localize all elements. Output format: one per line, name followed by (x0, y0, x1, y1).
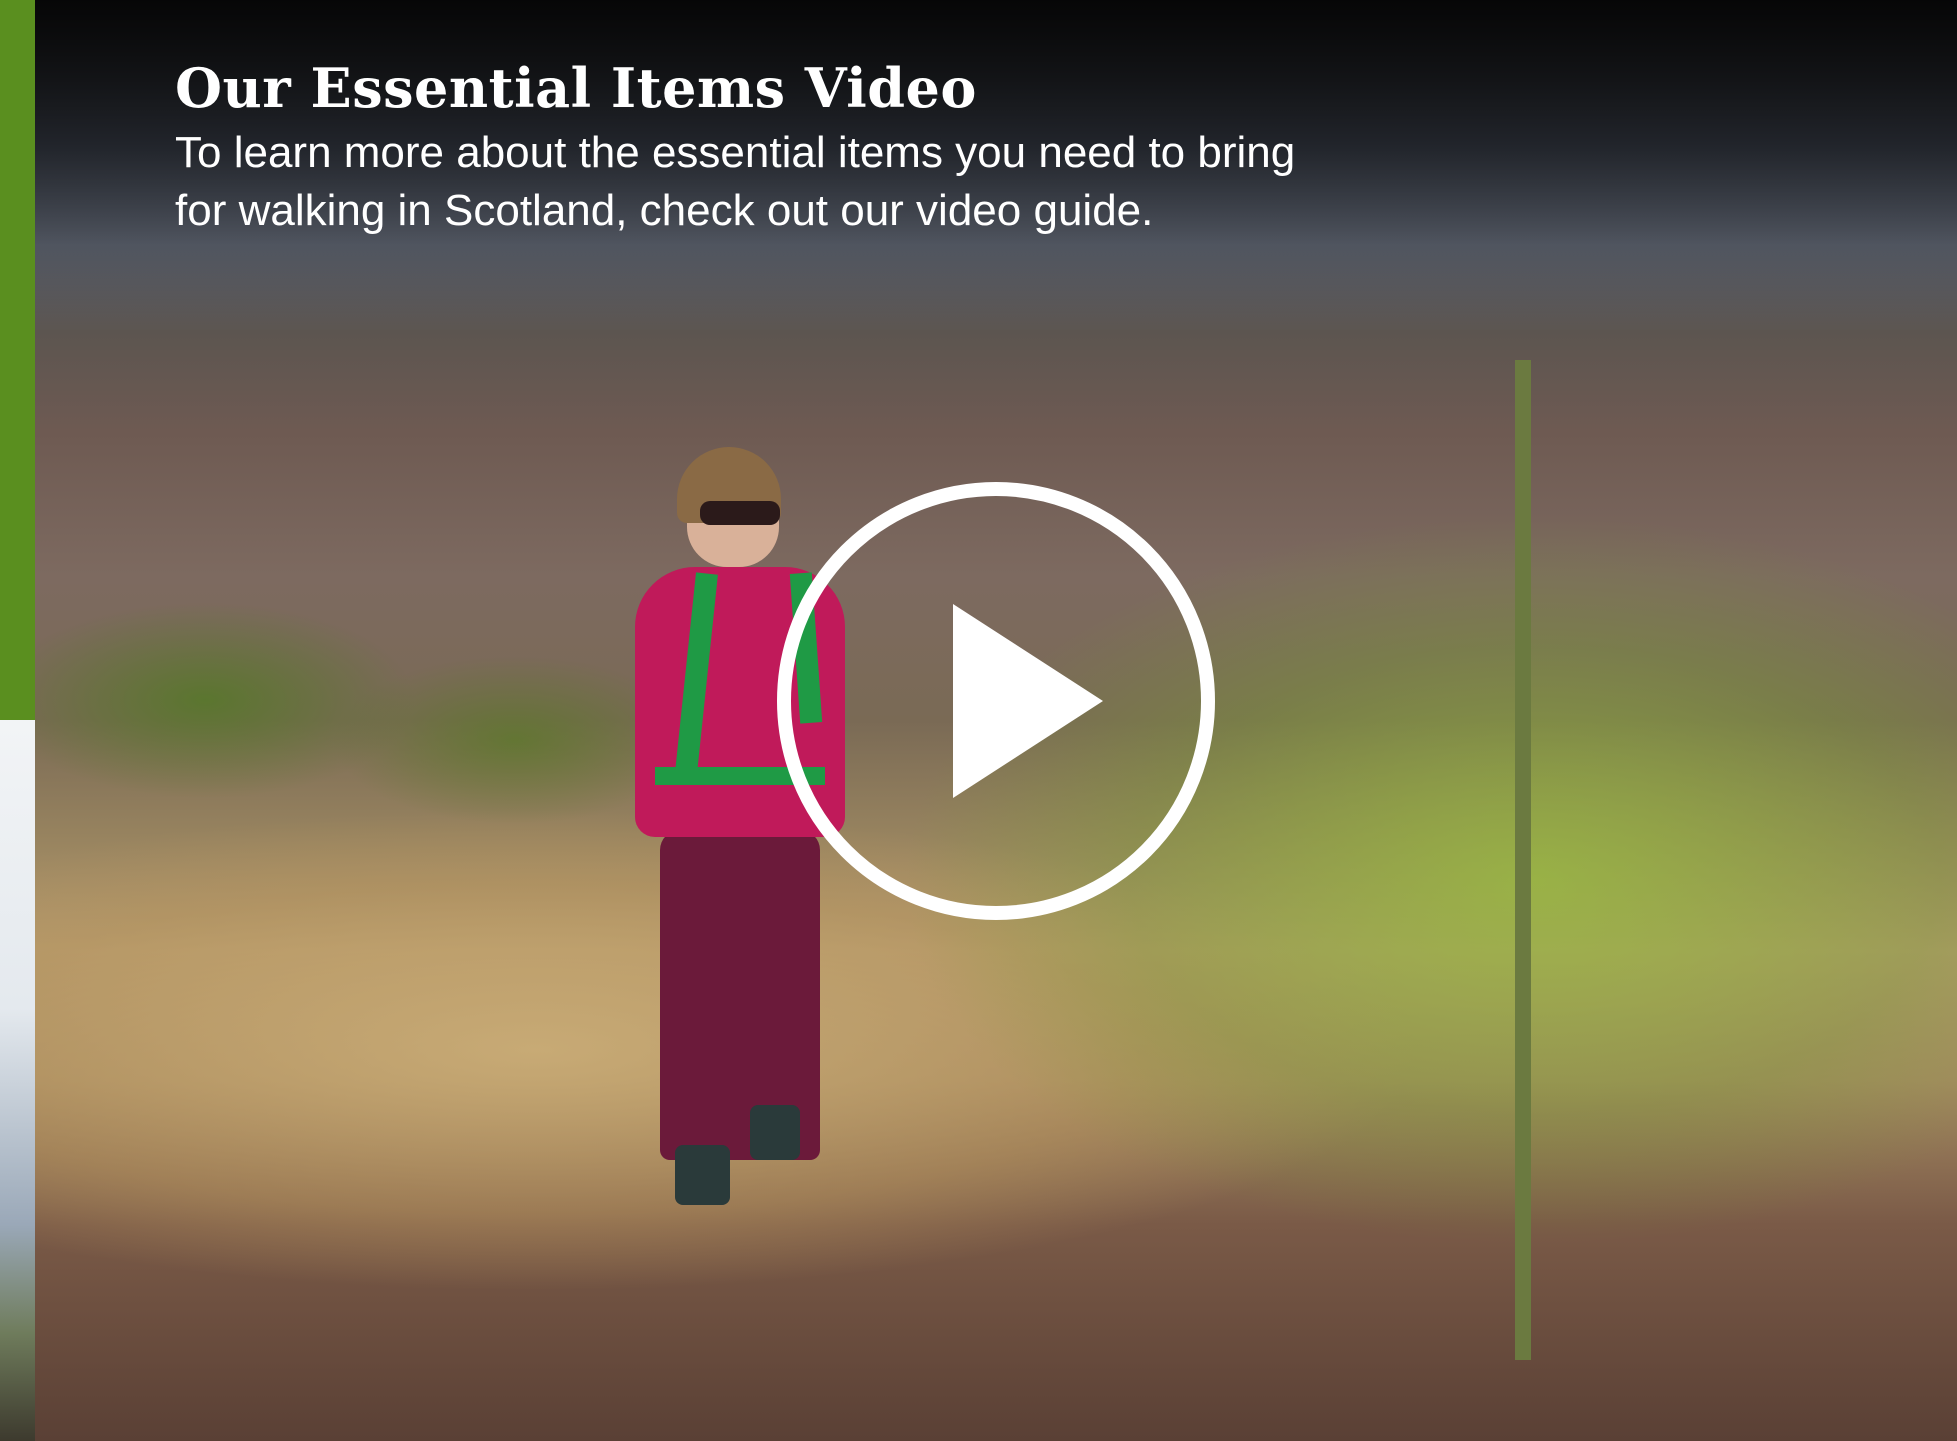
hiker-boot-left (675, 1145, 730, 1205)
video-thumbnail[interactable]: Our Essential Items Video To learn more … (35, 0, 1957, 1441)
side-image-strip (0, 720, 35, 1441)
pine-tree (1515, 360, 1531, 1360)
play-button[interactable] (775, 480, 1217, 922)
page: Our Essential Items Video To learn more … (0, 0, 1957, 1441)
video-title: Our Essential Items Video (175, 56, 977, 120)
sunglasses (700, 501, 780, 525)
hiker-boot-right (750, 1105, 800, 1160)
video-description: To learn more about the essential items … (175, 128, 1296, 235)
play-icon (777, 482, 1215, 920)
green-accent-bar (0, 0, 35, 720)
